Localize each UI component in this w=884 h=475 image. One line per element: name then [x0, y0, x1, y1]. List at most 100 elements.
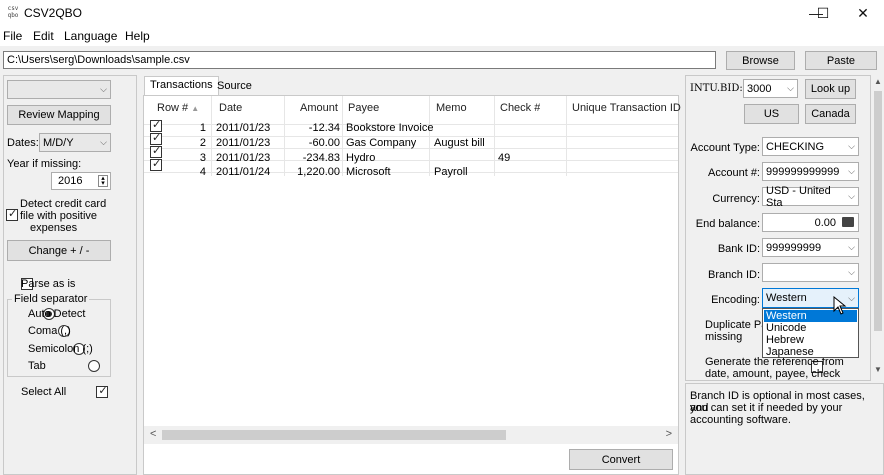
help-text-line-2: you can set it if needed by your [690, 402, 843, 414]
row-2-payee: Gas Company [346, 137, 417, 149]
change-sign-button[interactable]: Change + / - [7, 240, 111, 261]
row-1-number: 1 [199, 122, 206, 134]
end-balance-input[interactable]: 0.00 [762, 213, 859, 232]
header-amount[interactable]: Amount [300, 102, 338, 114]
tab-source[interactable]: Source [212, 78, 257, 95]
encoding-option-hebrew[interactable]: Hebrew [764, 334, 857, 346]
chevron-down-icon: ⌵ [848, 141, 855, 151]
account-type-select[interactable]: CHECKING ⌵ [762, 137, 859, 156]
right-scrollbar-thumb[interactable] [874, 91, 882, 331]
horizontal-scrollbar[interactable]: < > [144, 426, 678, 444]
header-check[interactable]: Check # [500, 102, 540, 114]
intu-bid-value: 3000 [747, 82, 772, 95]
chevron-down-icon: ⌵ [848, 191, 855, 201]
title-bar [0, 0, 884, 26]
scroll-right-icon[interactable]: > [666, 428, 672, 440]
header-date[interactable]: Date [219, 102, 242, 114]
row-4-memo: Payroll [434, 166, 468, 178]
header-payee[interactable]: Payee [348, 102, 379, 114]
close-button[interactable]: ✕ [840, 0, 884, 26]
row-3-number: 3 [199, 152, 206, 164]
end-balance-label: End balance: [695, 218, 760, 230]
encoding-option-japanese[interactable]: Japanese [764, 346, 857, 358]
field-separator-label: Field separator [12, 293, 90, 305]
header-memo[interactable]: Memo [436, 102, 467, 114]
canada-button[interactable]: Canada [805, 104, 856, 124]
dates-format-select[interactable]: M/D/Y ⌵ [39, 133, 111, 152]
generate-reference-label-2: date, amount, payee, check [705, 368, 841, 380]
transactions-grid: Row # ▲ Date Amount Payee Memo Check # U… [143, 95, 681, 475]
tab-transactions[interactable]: Transactions [144, 76, 219, 96]
bank-id-value: 999999999 [766, 241, 822, 254]
intu-bid-select[interactable]: 3000 ⌵ [743, 79, 798, 98]
separator-auto-label: Auto Detect [28, 308, 86, 320]
duplicate-label-1: Duplicate Pa [705, 319, 768, 331]
year-value: 2016 [58, 175, 83, 187]
sort-ascending-icon: ▲ [191, 104, 200, 113]
detect-credit-label-3: expenses [30, 222, 78, 234]
row-4-checkbox[interactable] [150, 157, 162, 171]
intu-bid-label: INTU.BID: [690, 83, 743, 94]
close-icon: ✕ [857, 5, 869, 21]
row-3-date: 2011/01/23 [216, 152, 271, 164]
header-row-num[interactable]: Row # ▲ [157, 102, 199, 114]
menu-file[interactable]: File [3, 29, 22, 43]
bank-id-label: Bank ID: [717, 243, 760, 255]
row-3-check: 49 [498, 152, 511, 164]
menu-help[interactable]: Help [125, 29, 150, 43]
right-panel-scrollbar[interactable]: ▲ ▼ [872, 75, 884, 381]
row-3-payee: Hydro [346, 152, 376, 164]
encoding-value: Western [766, 292, 807, 304]
scrollbar-thumb[interactable] [162, 430, 506, 440]
app-logo-icon: csv qbo [6, 5, 20, 21]
detect-credit-label-2: file with positive [20, 210, 98, 222]
header-unique-id[interactable]: Unique Transaction ID [572, 102, 681, 114]
row-2-date: 2011/01/23 [216, 137, 271, 149]
account-number-label: Account #: [708, 167, 760, 179]
calculator-icon[interactable] [842, 217, 854, 227]
account-number-select[interactable]: 999999999999 ⌵ [762, 162, 859, 181]
duplicate-label-2: missing [705, 331, 743, 343]
end-balance-value: 0.00 [814, 217, 836, 229]
file-path-input[interactable]: C:\Users\serg\Downloads\sample.csv [3, 51, 716, 69]
row-1-payee: Bookstore Invoice [346, 122, 434, 134]
branch-id-select[interactable]: ⌵ [762, 263, 859, 282]
currency-value: USD - United Sta [766, 184, 831, 209]
chevron-down-icon: ⌵ [848, 267, 855, 277]
account-number-value: 999999999999 [766, 165, 840, 178]
chevron-down-icon: ⌵ [787, 83, 794, 93]
year-stepper[interactable]: 2016 ▴ ▾ [51, 172, 111, 190]
detect-credit-label-1: Detect credit card [20, 198, 107, 210]
header-row-num-label: Row # [157, 102, 189, 114]
row-2-number: 2 [199, 137, 206, 149]
currency-select[interactable]: USD - United Sta ⌵ [762, 184, 859, 209]
lookup-button[interactable]: Look up [805, 79, 856, 99]
scroll-up-icon[interactable]: ▲ [874, 77, 882, 86]
separator-comma-label: Coma (,) [28, 325, 71, 337]
spin-arrows-icon[interactable]: ▴ ▾ [98, 175, 108, 187]
us-button[interactable]: US [744, 104, 799, 124]
encoding-option-unicode[interactable]: Unicode [764, 322, 857, 334]
dates-label: Dates: [7, 137, 39, 149]
year-missing-label: Year if missing: [7, 158, 82, 170]
window-title: CSV2QBO [24, 6, 83, 20]
select-all-label: Select All [21, 386, 67, 398]
browse-button[interactable]: Browse [726, 51, 795, 70]
profile-select[interactable]: ⌵ [7, 80, 111, 99]
chevron-down-icon: ⌵ [848, 166, 855, 176]
parse-as-is-label: Parse as is [21, 278, 76, 290]
scroll-down-icon[interactable]: ▼ [874, 365, 882, 374]
review-mapping-button[interactable]: Review Mapping [7, 105, 111, 125]
detect-credit-checkbox[interactable] [6, 207, 18, 221]
select-all-checkbox[interactable] [96, 384, 109, 398]
bank-id-select[interactable]: 999999999 ⌵ [762, 238, 859, 257]
menu-language[interactable]: Language [64, 29, 117, 43]
app-icon-text: csv qbo [7, 5, 19, 19]
scroll-left-icon[interactable]: < [150, 428, 156, 440]
menu-edit[interactable]: Edit [33, 29, 54, 43]
convert-button[interactable]: Convert [569, 449, 673, 470]
branch-id-label: Branch ID: [708, 269, 760, 281]
paste-button[interactable]: Paste [805, 51, 877, 70]
mouse-cursor-icon [833, 296, 847, 315]
chevron-down-icon: ⌵ [848, 292, 855, 303]
